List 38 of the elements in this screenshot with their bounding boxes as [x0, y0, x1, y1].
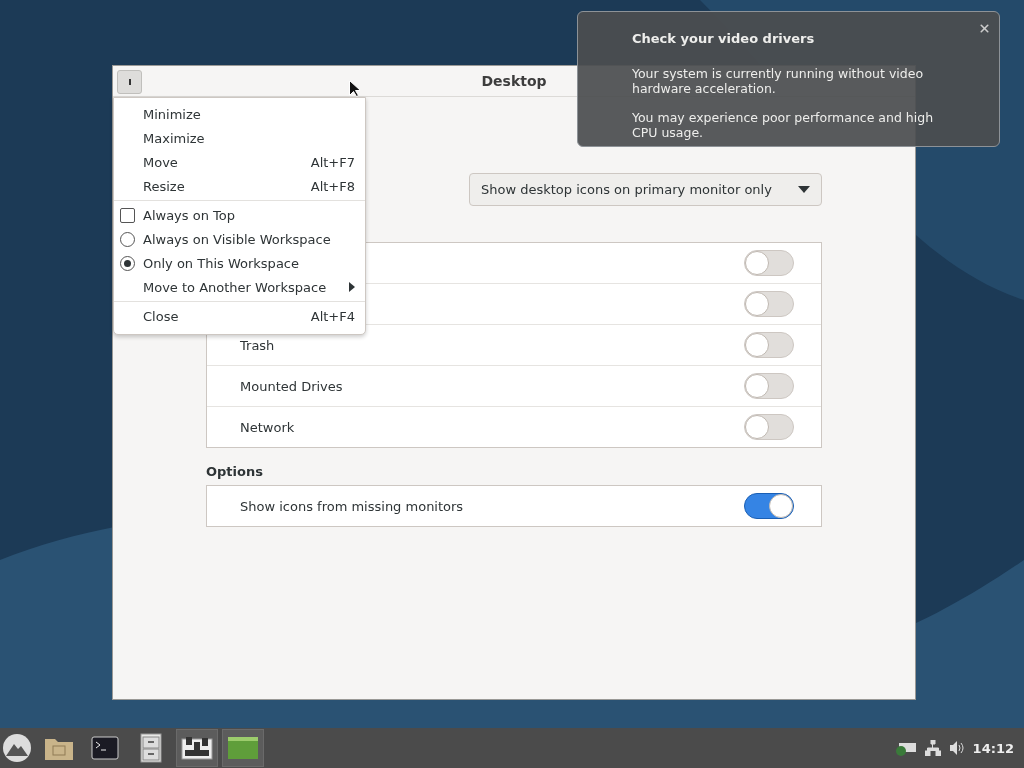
dropdown[interactable]: Show desktop icons on primary monitor only [469, 173, 822, 206]
caret-icon [798, 186, 810, 193]
menu-item[interactable]: Always on Visible Workspace [114, 227, 365, 251]
notification-text: You may experience poor performance and high CPU usage. [632, 110, 935, 140]
sliders-icon [181, 736, 213, 760]
menu-item[interactable]: Close Alt+F4 [114, 304, 365, 328]
menu-item[interactable]: Always on Top [114, 203, 365, 227]
close-button[interactable] [978, 22, 991, 35]
row-label: Network [240, 419, 295, 435]
shortcut-text: Alt+F7 [310, 154, 355, 170]
menu-item[interactable]: Move to Another Workspace [114, 275, 365, 299]
clock[interactable]: 14:12 [972, 740, 1014, 756]
notification-title: Check your video drivers [632, 31, 816, 46]
volume-icon[interactable] [948, 740, 965, 756]
row-label: Trash [240, 337, 275, 353]
network-icon[interactable] [924, 740, 941, 756]
toggle-switch[interactable] [744, 493, 794, 519]
menu-item[interactable]: Maximize [114, 126, 365, 150]
window-title: Desktop [481, 73, 547, 89]
submenu-arrow-icon [349, 282, 355, 292]
row-label: Show icons from missing monitors [240, 498, 464, 514]
radio-button[interactable] [120, 231, 135, 247]
shortcut-text: Alt+F4 [310, 308, 355, 324]
menu-item[interactable]: Resize Alt+F8 [114, 174, 365, 198]
menu-item[interactable]: Move Alt+F7 [114, 150, 365, 174]
mountain-logo-icon[interactable] [2, 733, 32, 763]
terminal-icon [91, 736, 119, 760]
menu-item[interactable]: Minimize [114, 102, 365, 126]
row-label: Mounted Drives [240, 378, 343, 394]
menu-item[interactable]: Only on This Workspace [114, 251, 365, 275]
file-cabinet-icon [140, 733, 162, 763]
shortcut-text: Alt+F8 [310, 178, 355, 194]
desktop-icon [227, 736, 259, 760]
notification-text: Your system is currently running without video hardware acceleration. [632, 66, 925, 96]
checkbox[interactable] [120, 207, 135, 223]
radio-button[interactable] [120, 255, 135, 271]
section-heading: Options [206, 464, 264, 479]
taskbar-app[interactable] [176, 729, 218, 767]
